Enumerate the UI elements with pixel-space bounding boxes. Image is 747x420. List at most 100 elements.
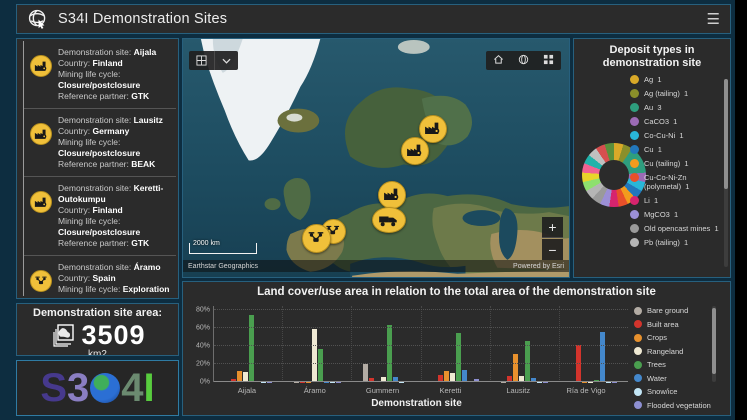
map-marker-mine[interactable] xyxy=(401,137,429,165)
logo-letter: I xyxy=(144,368,155,408)
legend-label: MgCO3 1 xyxy=(644,210,678,219)
logo-globe-icon xyxy=(90,373,120,403)
deposit-legend-item[interactable]: Ag (tailing) 1 xyxy=(630,89,722,98)
category-label: Gummern xyxy=(349,386,417,395)
bar-group-Ría de Vigo xyxy=(559,306,628,382)
site-list-panel: Demonstration site: AijalaCountry: Finla… xyxy=(16,38,179,299)
chart-legend-item[interactable]: Bare ground xyxy=(634,306,716,315)
logo-letter: 3 xyxy=(67,368,89,408)
bar-Trees[interactable] xyxy=(318,349,323,382)
site-card-text: Demonstration site: Keretti-OutokumpuCou… xyxy=(58,183,172,249)
category-label: Lausitz xyxy=(484,386,552,395)
deposit-legend-item[interactable]: CaCO3 1 xyxy=(630,117,722,126)
basemap-icon[interactable] xyxy=(189,51,214,70)
hamburger-menu-icon[interactable]: ☰ xyxy=(707,12,720,27)
s34i-logo: S34I xyxy=(40,368,154,408)
logo-letter: 4 xyxy=(121,368,143,408)
mine-marker-icon xyxy=(30,123,52,145)
deposit-legend-item[interactable]: Cu (tailing) 1 xyxy=(630,159,722,168)
map-panel[interactable]: + − 2000 km Earthstar Geographics Powere… xyxy=(182,38,570,278)
x-axis-title: Demonstration site xyxy=(213,398,620,409)
legend-dot xyxy=(634,401,642,409)
bar-Crops[interactable] xyxy=(513,354,518,382)
basemap-imagery[interactable] xyxy=(183,39,569,278)
chart-legend-item[interactable]: Water xyxy=(634,374,716,383)
deposit-legend-item[interactable]: Old opencast mines 1 xyxy=(630,224,722,233)
zoom-out-button[interactable]: − xyxy=(542,239,563,260)
legend-dot xyxy=(630,131,639,140)
deposit-legend-item[interactable]: MgCO3 1 xyxy=(630,210,722,219)
logo-letter: S xyxy=(40,368,67,408)
site-card[interactable]: Demonstration site: AijalaCountry: Finla… xyxy=(24,41,176,108)
layers-map-icon xyxy=(49,323,75,349)
bar-Water[interactable] xyxy=(600,332,605,382)
attribution-text: Earthstar Geographics xyxy=(188,263,258,270)
map-marker-truck[interactable] xyxy=(372,207,406,233)
category-label: Keretti xyxy=(416,386,484,395)
bar-Trees[interactable] xyxy=(456,333,461,382)
site-card[interactable]: Demonstration site: Keretti-OutokumpuCou… xyxy=(24,176,176,255)
chart-legend-item[interactable]: Trees xyxy=(634,360,716,369)
chart-legend-item[interactable]: Snow/ice xyxy=(634,387,716,396)
deposit-legend-item[interactable]: Ag 1 xyxy=(630,75,722,84)
deposit-legend-item[interactable]: Pb (tailing) 1 xyxy=(630,238,722,247)
legend-dot xyxy=(634,334,642,342)
bar-group-Keretti xyxy=(421,306,490,382)
bar-Trees[interactable] xyxy=(387,325,392,382)
map-marker-mine[interactable] xyxy=(378,181,406,209)
chart-legend-item[interactable]: Crops xyxy=(634,333,716,342)
site-list[interactable]: Demonstration site: AijalaCountry: Finla… xyxy=(23,41,176,296)
legend-dot xyxy=(630,117,639,126)
deposit-panel-title: Deposit types in demonstration site xyxy=(574,39,730,72)
basemap-selector[interactable] xyxy=(189,51,238,70)
chart-legend-item[interactable]: Flooded vegetation xyxy=(634,401,716,410)
deposit-legend-item[interactable]: Cu 1 xyxy=(630,145,722,154)
site-area-title: Demonstration site area: xyxy=(17,304,178,319)
y-axis-ticks: 0%20%40%60%80% xyxy=(189,306,213,382)
bar-Trees[interactable] xyxy=(249,315,254,382)
legend-dot xyxy=(630,103,639,112)
powered-by-esri: Powered by Esri xyxy=(513,263,564,270)
site-area-panel: Demonstration site area: 3509 km2 xyxy=(16,303,179,356)
land-cover-chart-panel: Land cover/use area in relation to the t… xyxy=(182,281,731,416)
chevron-down-icon[interactable] xyxy=(215,51,238,70)
site-card[interactable]: Demonstration site: ÁramoCountry: SpainM… xyxy=(24,255,176,296)
map-attribution: Earthstar Geographics Powered by Esri xyxy=(183,260,569,272)
home-icon[interactable] xyxy=(486,52,511,70)
legend-label: Old opencast mines 1 xyxy=(644,224,719,233)
legend-label: CaCO3 1 xyxy=(644,117,677,126)
site-area-value: 3509 xyxy=(81,320,145,351)
category-label: Aijala xyxy=(213,386,281,395)
deposit-legend-item[interactable]: Co-Cu-Ni 1 xyxy=(630,131,722,140)
site-card[interactable]: Demonstration site: LausitzCountry: Germ… xyxy=(24,108,176,176)
legend-dot xyxy=(630,210,639,219)
deposit-legend-item[interactable]: Li 1 xyxy=(630,196,722,205)
x-axis-category-labels: AijalaÁramoGummernKerettiLausitzRía de V… xyxy=(213,386,620,395)
bar-Bare ground[interactable] xyxy=(363,364,368,382)
chart-legend-scrollbar[interactable] xyxy=(712,306,716,382)
chart-legend-item[interactable]: Rangeland xyxy=(634,347,716,356)
bar-Trees[interactable] xyxy=(525,341,530,382)
legend-grid-icon[interactable] xyxy=(536,52,561,70)
deposit-legend-item[interactable]: Cu-Co-Ni-Zn (polymetal) 1 xyxy=(630,173,722,191)
legend-label: Ag (tailing) 1 xyxy=(644,89,688,98)
legend-dot xyxy=(630,145,639,154)
legend-dot xyxy=(634,320,642,328)
map-marker-drone[interactable] xyxy=(302,224,331,253)
legend-label: Pb (tailing) 1 xyxy=(644,238,688,247)
deposit-scrollbar[interactable] xyxy=(724,79,728,267)
legend-label: Ag 1 xyxy=(644,75,662,84)
deposit-legend[interactable]: Ag 1 Ag (tailing) 1 Au 3 CaCO3 1 Co-Cu-N… xyxy=(630,75,722,271)
bar-plot-area[interactable] xyxy=(213,306,628,382)
legend-label: Snow/ice xyxy=(647,387,677,396)
legend-label: Rangeland xyxy=(647,347,683,356)
zoom-in-button[interactable]: + xyxy=(542,217,563,238)
chart-legend-item[interactable]: Built area xyxy=(634,320,716,329)
deposit-legend-item[interactable]: Au 3 xyxy=(630,103,722,112)
deposit-types-panel: Deposit types in demonstration site Ag 1… xyxy=(573,38,731,278)
chart-legend[interactable]: Bare ground Built area Crops Rangeland T… xyxy=(628,306,716,384)
globe-icon[interactable] xyxy=(511,52,536,70)
bar-Rangeland[interactable] xyxy=(312,329,317,382)
globe-cursor-icon xyxy=(27,8,49,30)
bar-group-Aijala xyxy=(214,306,282,382)
